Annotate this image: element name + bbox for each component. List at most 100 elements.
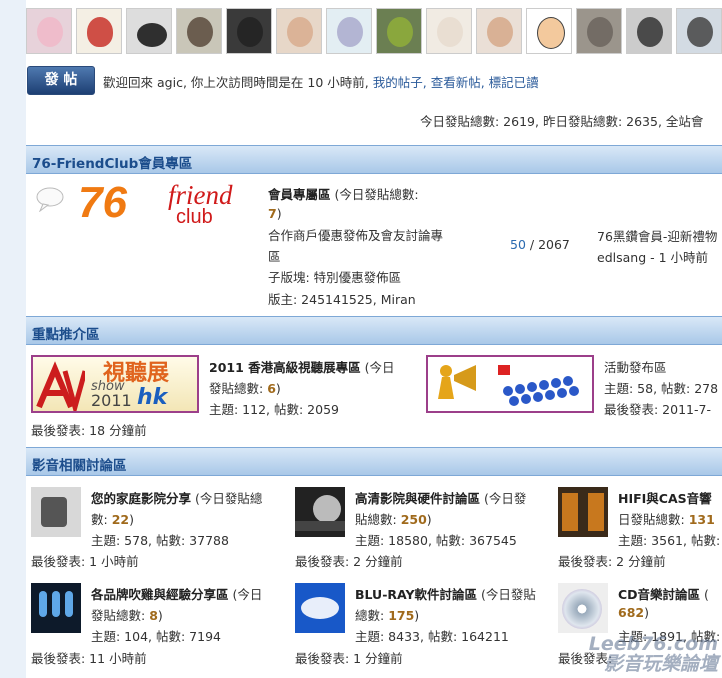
today-count-label: (今日發貼總數: [334, 187, 419, 202]
avatar[interactable] [376, 8, 422, 54]
new-post-button[interactable]: 發 帖 [27, 66, 95, 95]
today-count-close: ) [426, 512, 432, 527]
forum-title-text[interactable]: HIFI與CAS音響 [618, 491, 712, 506]
avatar[interactable] [176, 8, 222, 54]
category-header-av[interactable]: 影音相關討論區 [26, 447, 722, 476]
tube-amp-thumbnail[interactable] [31, 583, 81, 633]
today-count-value: 250 [400, 512, 427, 527]
forum-description-cont: 區 [268, 249, 281, 264]
today-count: 7) [268, 206, 282, 221]
today-count-label: (今日 [364, 360, 395, 375]
today-count-label: (今日 [232, 587, 263, 602]
avatar[interactable] [476, 8, 522, 54]
last-post-title[interactable]: 76黑鑽會員-迎新禮物 [597, 226, 717, 245]
forum-title-row: 2011 香港高級視聽展專區 (今日 [209, 357, 395, 376]
today-count-value: 682 [618, 605, 645, 620]
today-count-value: 8 [149, 608, 158, 623]
banner-hk: hk [137, 385, 168, 410]
avatar[interactable] [76, 8, 122, 54]
bluray-thumbnail[interactable] [295, 583, 345, 633]
forum-title[interactable]: BLU-RAY軟件討論區 [355, 587, 477, 602]
avatar[interactable] [676, 8, 722, 54]
avatar[interactable] [276, 8, 322, 54]
today-count-value: 175 [388, 608, 415, 623]
category-title[interactable]: 重點推介區 [32, 323, 100, 343]
today-count: 日發貼總數: 131 [618, 509, 715, 528]
banner-year: 2011 [91, 391, 132, 410]
forum-title-row: 您的家庭影院分享 (今日發貼總 [91, 488, 262, 507]
forum-title: HIFI與CAS音響 [618, 488, 712, 507]
subforum-list[interactable]: 子版塊: 特別優惠發佈區 [268, 267, 401, 286]
today-count-value: 131 [688, 512, 715, 527]
today-count-close: ) [157, 608, 163, 623]
category-title[interactable]: 76-FriendClub會員專區 [32, 152, 192, 172]
last-post: 最後發表: 1 分鐘前 [295, 651, 403, 666]
home-theater-thumbnail[interactable] [31, 487, 81, 537]
new-posts-link[interactable]: 查看新帖, [431, 75, 485, 90]
hifi-thumbnail[interactable] [558, 487, 608, 537]
forum-description: 合作商戶優惠發佈及會友討論專 [268, 228, 444, 243]
avatar-strip [26, 0, 722, 58]
welcome-message: 歡迎回來 agic, 你上次訪問時間是在 10 小時前, 我的帖子, 查看新帖,… [103, 72, 539, 91]
avatar[interactable] [226, 8, 272, 54]
today-count: 發貼總數: 8) [91, 605, 163, 624]
today-count-close: ) [414, 608, 420, 623]
watermark-name: 影音玩樂論壇 [603, 653, 718, 675]
today-count-label: ( [704, 587, 709, 602]
topic-post-count: 主題: 104, 帖數: 7194 [91, 629, 221, 644]
forum-title[interactable]: 高清影院與硬件討論區 [355, 491, 480, 506]
forum-title-row: CD音樂討論區 ( [618, 584, 709, 603]
megaphone-icon [438, 365, 579, 406]
topic-post-count: 主題: 18580, 帖數: 367545 [355, 533, 517, 548]
today-count-value: 7 [268, 206, 277, 221]
category-header-featured[interactable]: 重點推介區 [26, 316, 722, 345]
category-header-friendclub[interactable]: 76-FriendClub會員專區 [26, 145, 722, 174]
avatar[interactable] [26, 8, 72, 54]
cd-thumbnail[interactable] [558, 583, 608, 633]
post-count: / 2067 [525, 237, 570, 252]
last-visit-text: 你上次訪問時間是在 10 小時前, [190, 75, 369, 90]
speech-bubble-icon [35, 186, 65, 213]
today-count: 682) [618, 605, 649, 620]
last-post-info: edlsang - 1 小時前 [597, 250, 709, 265]
forum-title[interactable]: 活動發布區 [604, 357, 667, 376]
today-count-label: 數: [91, 512, 108, 527]
avatar[interactable] [326, 8, 372, 54]
forum-title[interactable]: CD音樂討論區 [618, 587, 700, 602]
topic-post-count: 主題: 8433, 帖數: 164211 [355, 629, 509, 644]
today-count: 貼總數: 250) [355, 509, 432, 528]
today-count-close: ) [276, 206, 282, 221]
avshow-banner[interactable]: 視聽展 show 2011 hk [31, 355, 199, 413]
site-watermark: Leeb76.com 影音玩樂論壇 [589, 634, 718, 674]
forum-title[interactable]: 2011 香港高級視聽展專區 [209, 360, 361, 375]
topic-post-count: 主題: 112, 帖數: 2059 [209, 402, 339, 417]
today-count-close: ) [644, 605, 649, 620]
today-count: 發貼總數: 6) [209, 378, 281, 397]
left-margin-bar [0, 0, 26, 678]
forum-title[interactable]: 會員專屬區 [268, 187, 331, 202]
event-banner[interactable] [426, 355, 594, 413]
my-posts-link[interactable]: 我的帖子, [373, 75, 427, 90]
avatar[interactable] [126, 8, 172, 54]
forum-title-row: 高清影院與硬件討論區 (今日發 [355, 488, 526, 507]
moderators: 版主: 245141525, Miran [268, 292, 416, 307]
category-title[interactable]: 影音相關討論區 [32, 454, 127, 474]
avatar[interactable] [576, 8, 622, 54]
today-count-close: ) [129, 512, 134, 527]
avatar[interactable] [626, 8, 672, 54]
today-count-value: 22 [111, 512, 130, 527]
hardware-thumbnail[interactable] [295, 487, 345, 537]
today-count-label: 日發貼總數: [618, 512, 685, 527]
topic-post-count: 主題: 3561, 帖數: [618, 533, 721, 548]
avatar[interactable] [526, 8, 572, 54]
forum-title[interactable]: 各品牌吹雞與經驗分享區 [91, 587, 229, 602]
friendclub-logo[interactable]: 76 friend club [78, 178, 258, 230]
today-count-value: 6 [267, 381, 276, 396]
forum-title-row: 會員專屬區 (今日發貼總數: [268, 184, 419, 203]
avatar[interactable] [426, 8, 472, 54]
mark-read-link[interactable]: 標記已讀 [489, 75, 539, 90]
today-count-label: 發貼總數: [209, 381, 264, 396]
today-count-close: ) [275, 381, 281, 396]
today-count-label: 發貼總數: [91, 608, 146, 623]
forum-title[interactable]: 您的家庭影院分享 [91, 491, 191, 506]
